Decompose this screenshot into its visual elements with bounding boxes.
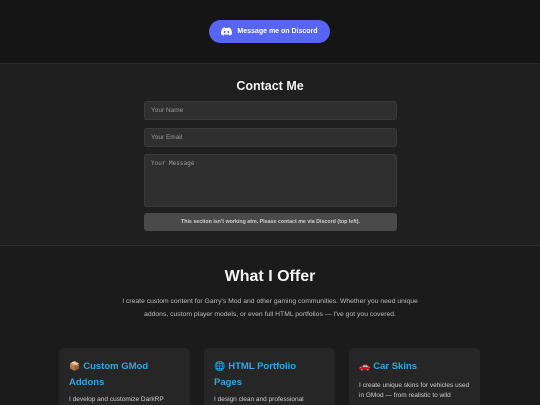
car-icon: 🚗	[359, 362, 371, 372]
card-title: 📦 Custom GMod Addons	[69, 359, 180, 391]
disabled-notice-button[interactable]: This section isn't working atm. Please c…	[144, 213, 397, 231]
card-car-skins: 🚗 Car Skins I create unique skins for veh…	[349, 348, 480, 405]
card-title-text: HTML Portfolio Pages	[214, 361, 297, 388]
email-input[interactable]: Your Email	[144, 128, 397, 147]
globe-icon: 🌐	[214, 362, 226, 372]
card-title-text: Car Skins	[373, 361, 418, 372]
card-html-portfolio: 🌐 HTML Portfolio Pages I design clean and…	[204, 348, 335, 405]
page: Message me on Discord Contact Me Your Na…	[0, 0, 540, 405]
discord-message-button[interactable]: Message me on Discord	[209, 20, 330, 43]
card-title: 🌐 HTML Portfolio Pages	[214, 359, 325, 391]
discord-icon	[221, 27, 233, 36]
contact-section: Contact Me Your Name Your Email Your Mes…	[0, 64, 540, 246]
card-title: 🚗 Car Skins	[359, 359, 470, 375]
message-textarea[interactable]: Your Message	[144, 154, 397, 207]
card-title-text: Custom GMod Addons	[69, 361, 149, 388]
contact-title: Contact Me	[236, 79, 304, 93]
package-icon: 📦	[69, 362, 81, 372]
offer-title: What I Offer	[224, 268, 316, 285]
header-band: Message me on Discord	[0, 0, 540, 64]
card-text: I develop and customize DarkRP	[69, 396, 164, 403]
card-gmod-addons: 📦 Custom GMod Addons I develop and custom…	[59, 348, 190, 405]
name-input[interactable]: Your Name	[144, 101, 397, 120]
card-text: I create unique skins for vehicles used …	[359, 382, 470, 399]
card-text: I design clean and professional	[214, 396, 304, 403]
offer-description: I create custom content for Garry's Mod …	[122, 298, 418, 318]
discord-button-label: Message me on Discord	[237, 28, 318, 35]
